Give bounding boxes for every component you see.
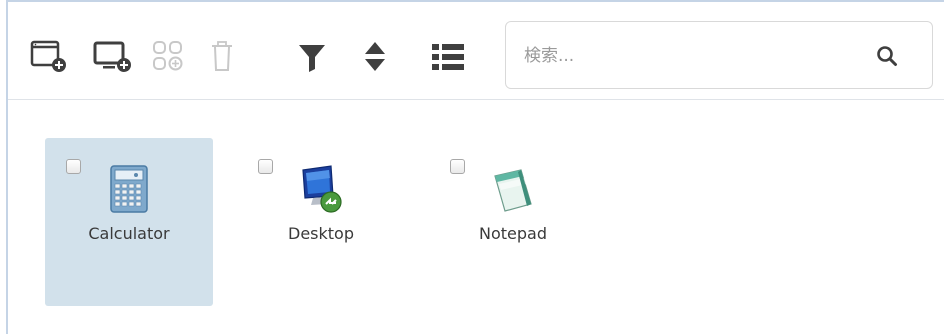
filter-button[interactable]	[296, 41, 328, 75]
toolbar-divider	[8, 99, 944, 100]
group-icon	[153, 41, 183, 71]
toolbar	[8, 2, 944, 99]
group-button[interactable]	[151, 39, 185, 75]
remote-desktop-icon	[297, 164, 345, 214]
search-button[interactable]	[875, 44, 899, 68]
app-label: Calculator	[88, 224, 170, 243]
app-tile-notepad[interactable]: Notepad	[429, 138, 597, 306]
sort-icon	[365, 42, 385, 71]
app-list-panel: Calculator Desktop No	[0, 0, 944, 334]
view-list-button[interactable]	[430, 41, 466, 73]
app-checkbox[interactable]	[66, 159, 81, 174]
search-input[interactable]	[524, 42, 844, 70]
sort-button[interactable]	[362, 38, 388, 76]
app-checkbox[interactable]	[450, 159, 465, 174]
add-desktop-icon	[93, 41, 131, 72]
delete-button[interactable]	[209, 39, 235, 75]
app-tile-desktop[interactable]: Desktop	[237, 138, 405, 306]
delete-icon	[212, 41, 232, 71]
search-icon	[877, 46, 897, 66]
filter-icon	[299, 45, 325, 72]
add-app-button[interactable]	[30, 39, 70, 75]
app-label: Notepad	[479, 224, 547, 243]
add-desktop-button[interactable]	[93, 39, 135, 75]
add-app-icon	[30, 40, 66, 72]
search-box	[505, 21, 933, 89]
app-tile-calculator[interactable]: Calculator	[45, 138, 213, 306]
app-label: Desktop	[288, 224, 354, 243]
notepad-icon	[489, 164, 537, 214]
app-checkbox[interactable]	[258, 159, 273, 174]
view-list-icon	[432, 44, 464, 70]
calculator-icon	[105, 164, 153, 214]
